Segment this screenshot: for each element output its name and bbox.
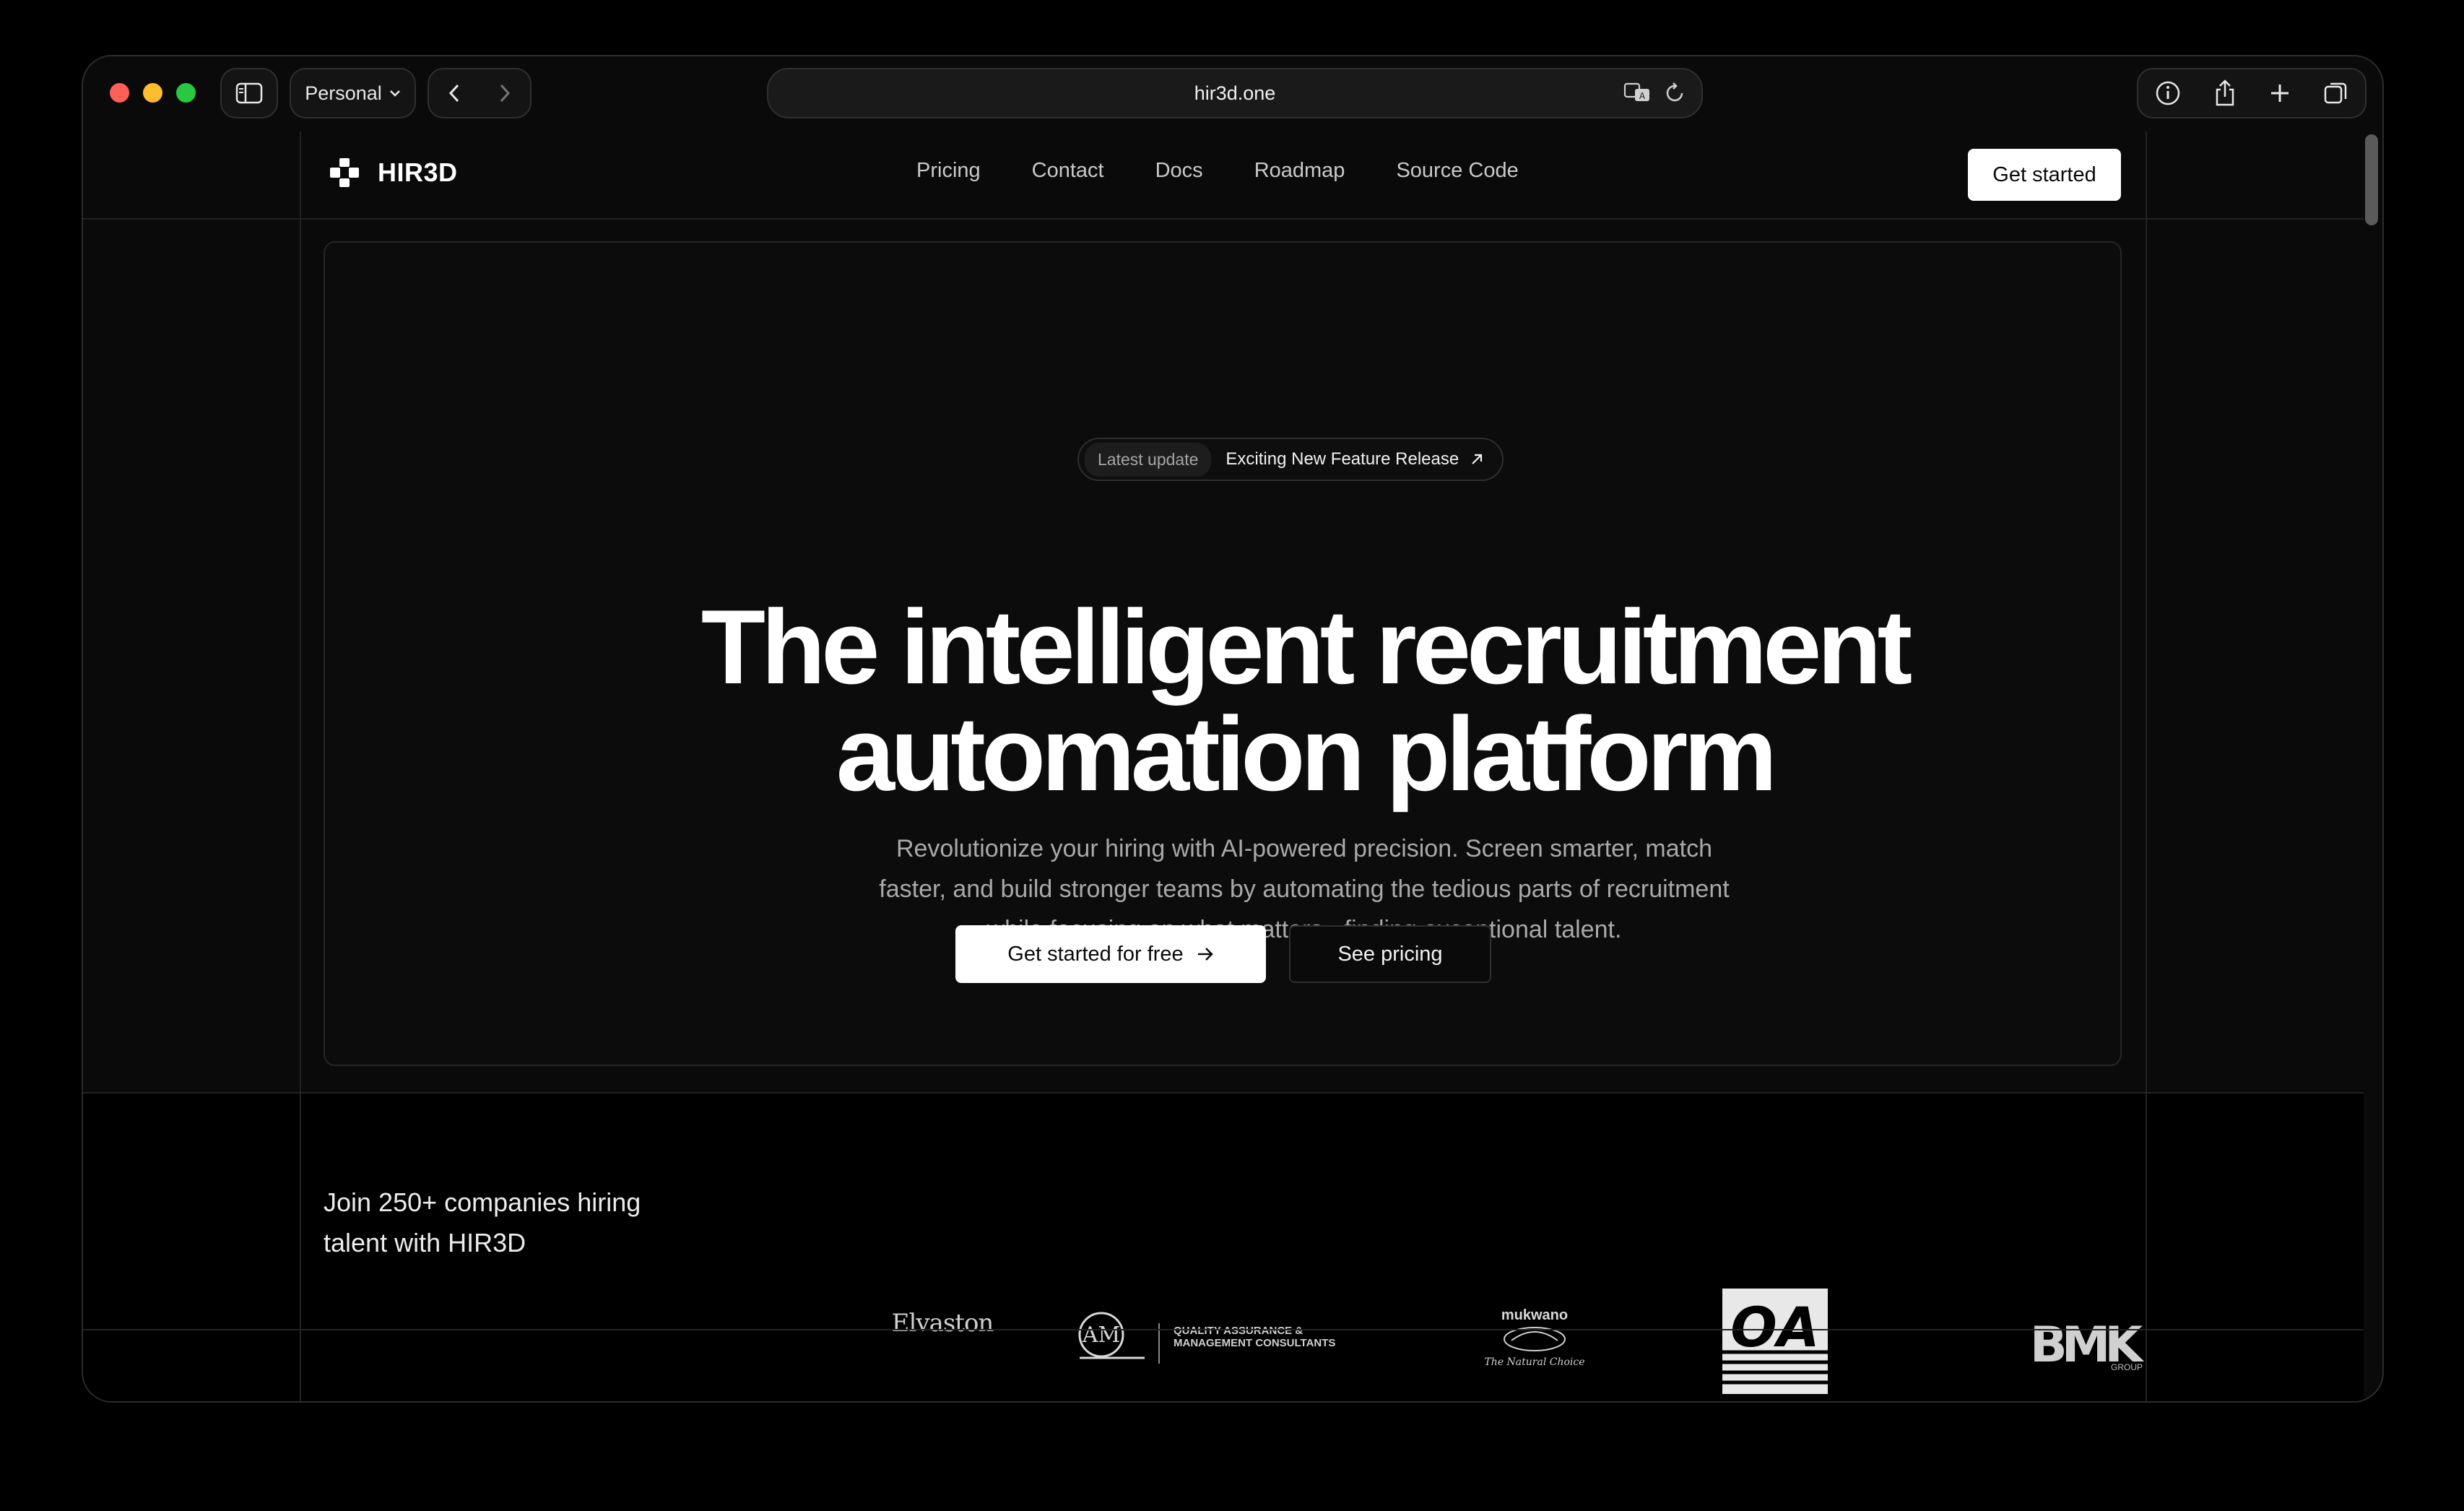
update-tag: Latest update xyxy=(1085,442,1212,477)
url-text: hir3d.one xyxy=(1194,82,1276,104)
chevron-left-icon xyxy=(448,84,459,103)
hero-divider xyxy=(83,1092,2364,1094)
see-pricing-button[interactable]: See pricing xyxy=(1289,925,1491,983)
tabs-overview-icon[interactable] xyxy=(2323,80,2349,106)
minimize-window-button[interactable] xyxy=(143,83,162,103)
browser-toolbar: Personal hir3d.one A xyxy=(83,56,2382,131)
nav-contact[interactable]: Contact xyxy=(1032,159,1104,183)
sidebar-toggle-icon xyxy=(235,82,263,104)
primary-cta-label: Get started for free xyxy=(1007,942,1184,966)
header-divider xyxy=(83,218,2364,220)
qam-logo: AM QUALITY ASSURANCE & MANAGEMENT CONSUL… xyxy=(1058,1294,1376,1381)
chevron-right-icon xyxy=(500,84,511,103)
share-icon[interactable] xyxy=(2213,79,2237,107)
arrow-up-right-icon xyxy=(1472,454,1483,464)
get-started-free-button[interactable]: Get started for free xyxy=(955,925,1266,983)
svg-text:A: A xyxy=(1639,91,1646,101)
page-scrollbar[interactable] xyxy=(2365,134,2378,225)
nav-docs[interactable]: Docs xyxy=(1155,159,1203,183)
site-logo[interactable]: HIR3D xyxy=(329,157,458,189)
page-viewport: HIR3D Pricing Contact Docs Roadmap Sourc… xyxy=(83,131,2364,1401)
brand-name: HIR3D xyxy=(378,157,458,187)
sidebar-toggle-button[interactable] xyxy=(220,68,278,118)
headline-line-1: The intelligent recruitment xyxy=(700,588,1912,706)
zoom-window-button[interactable] xyxy=(176,83,196,103)
nav-source-code[interactable]: Source Code xyxy=(1396,159,1518,183)
mukwano-logo: mukwano The Natural Choice xyxy=(1455,1294,1614,1381)
update-message-text: Exciting New Feature Release xyxy=(1226,449,1459,469)
oa-logo: OA xyxy=(1721,1287,1829,1395)
main-nav: Pricing Contact Docs Roadmap Source Code xyxy=(916,159,1519,183)
hero-headline: The intelligent recruitment automation p… xyxy=(589,594,2021,808)
reload-icon[interactable] xyxy=(1665,82,1686,103)
elvaston-logo: Elvaston xyxy=(891,1309,994,1338)
nav-pricing[interactable]: Pricing xyxy=(916,159,981,183)
mukwano-tagline: The Natural Choice xyxy=(1484,1356,1585,1368)
hir3d-logo-icon xyxy=(330,158,359,187)
bmk-group-text: GROUP xyxy=(2110,1362,2143,1372)
oa-logo-letters: OA xyxy=(1730,1295,1819,1359)
profile-selector[interactable]: Personal xyxy=(290,68,416,118)
close-window-button[interactable] xyxy=(110,83,129,103)
logos-divider xyxy=(83,1329,2364,1330)
oa-logo-mark: OA xyxy=(1722,1289,1828,1394)
profile-name: Personal xyxy=(305,82,382,104)
browser-window: Personal hir3d.one A HIR3D Pricing Conta… xyxy=(82,55,2384,1403)
headline-line-2: automation platform xyxy=(836,695,1777,813)
mukwano-wordmark: mukwano xyxy=(1501,1307,1569,1323)
grid-line-right xyxy=(2146,131,2147,1401)
svg-text:AM: AM xyxy=(1082,1322,1120,1348)
info-icon[interactable] xyxy=(2155,80,2181,106)
translate-icon[interactable]: A xyxy=(1623,82,1652,103)
plus-icon[interactable] xyxy=(2269,82,2291,104)
get-started-button[interactable]: Get started xyxy=(1968,149,2121,201)
toolbar-actions xyxy=(2137,68,2367,118)
forward-button[interactable] xyxy=(480,69,530,117)
chevron-down-icon xyxy=(389,90,400,97)
update-message: Exciting New Feature Release xyxy=(1226,449,1483,469)
grid-line-left xyxy=(300,131,301,1401)
site-header: HIR3D Pricing Contact Docs Roadmap Sourc… xyxy=(83,131,2364,218)
social-proof-text: Join 250+ companies hiring talent with H… xyxy=(324,1187,641,1257)
bmk-logo: BMK GROUP xyxy=(2018,1309,2148,1381)
address-bar[interactable]: hir3d.one A xyxy=(767,68,1703,118)
arrow-right-icon xyxy=(1197,948,1213,961)
history-nav-group xyxy=(428,68,532,118)
latest-update-pill[interactable]: Latest update Exciting New Feature Relea… xyxy=(1077,438,1504,481)
back-button[interactable] xyxy=(429,69,480,117)
nav-roadmap[interactable]: Roadmap xyxy=(1254,159,1345,183)
